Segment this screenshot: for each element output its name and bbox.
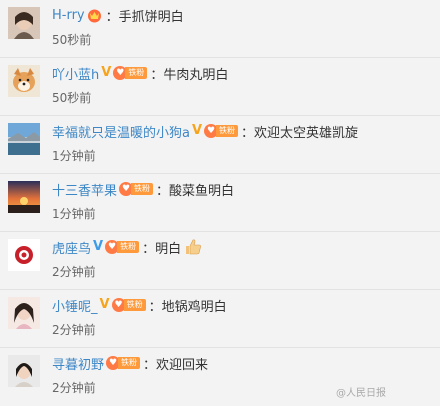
verified-icon: V	[191, 123, 203, 138]
timestamp: 2分钟前	[52, 265, 96, 279]
fan-badge: ♥ 铁粉	[113, 66, 148, 80]
avatar[interactable]	[8, 123, 40, 155]
separator: ：	[156, 183, 170, 199]
comment-text: 手抓饼明白	[118, 9, 184, 25]
thumbs-up-icon	[183, 237, 203, 257]
avatar[interactable]	[8, 239, 40, 271]
separator: ：	[142, 241, 156, 257]
username[interactable]: 寻暮初野	[52, 354, 104, 373]
verified-icon: V	[101, 65, 112, 80]
verified-icon: V	[93, 239, 104, 254]
comment-text: 欢迎太空英雄凯旋	[254, 125, 359, 141]
fan-badge-label: 铁粉	[216, 125, 239, 137]
verified-icon: V	[99, 297, 110, 312]
timestamp: 1分钟前	[52, 149, 96, 163]
fan-badge: ♥ 铁粉	[119, 182, 154, 196]
avatar[interactable]	[8, 181, 40, 213]
timestamp: 2分钟前	[52, 323, 96, 337]
separator: ：	[241, 125, 255, 141]
comment-text: 明白	[155, 241, 182, 257]
avatar[interactable]	[8, 297, 40, 329]
fan-badge: ♥ 铁粉	[106, 356, 141, 370]
watermark: @人民日报	[336, 388, 386, 399]
avatar[interactable]	[8, 65, 40, 97]
username[interactable]: 虎座鸟	[52, 238, 91, 257]
fan-badge-label: 铁粉	[125, 67, 148, 79]
comment-item: H-rry ： 手抓饼明白 50秒前	[0, 0, 440, 58]
separator: ：	[105, 9, 119, 25]
comment-item: 十三香苹果 ♥ 铁粉 ： 酸菜鱼明白 1分钟前	[0, 174, 440, 232]
timestamp: 50秒前	[52, 91, 92, 105]
comment-text: 地锅鸡明白	[161, 299, 227, 315]
comment-item: 幸福就只是温暖的小狗a V ♥ 铁粉 ： 欢迎太空英雄凯旋 1分钟前	[0, 116, 440, 174]
member-crown-icon	[86, 7, 103, 23]
fan-badge-label: 铁粉	[118, 357, 141, 369]
fan-badge: ♥ 铁粉	[111, 298, 146, 312]
separator: ：	[143, 357, 157, 373]
username[interactable]: 吖小蓝h	[52, 64, 99, 83]
username[interactable]: H-rry	[52, 8, 85, 23]
comment-text: 酸菜鱼明白	[169, 183, 235, 199]
separator: ：	[150, 67, 164, 83]
timestamp: 2分钟前	[52, 381, 96, 395]
comment-item: 吖小蓝h V ♥ 铁粉 ： 牛肉丸明白 50秒前	[0, 58, 440, 116]
avatar[interactable]	[8, 7, 40, 39]
fan-badge-label: 铁粉	[117, 241, 140, 253]
fan-badge: ♥ 铁粉	[204, 124, 239, 138]
fan-badge: ♥ 铁粉	[105, 240, 140, 254]
timestamp: 50秒前	[52, 33, 92, 47]
username[interactable]: 十三香苹果	[52, 180, 117, 199]
username[interactable]: 幸福就只是温暖的小狗a	[52, 122, 190, 141]
separator: ：	[148, 299, 162, 315]
username[interactable]: 小锤呢_	[52, 296, 98, 315]
comment-item: 虎座鸟 V ♥ 铁粉 ： 明白 2分钟前	[0, 232, 440, 290]
timestamp: 1分钟前	[52, 207, 96, 221]
fan-badge-label: 铁粉	[123, 299, 146, 311]
comment-text: 牛肉丸明白	[163, 67, 229, 83]
avatar[interactable]	[8, 355, 40, 387]
fan-badge-label: 铁粉	[131, 183, 154, 195]
comment-item: 小锤呢_ V ♥ 铁粉 ： 地锅鸡明白 2分钟前	[0, 290, 440, 348]
comment-text: 欢迎回来	[156, 357, 209, 373]
